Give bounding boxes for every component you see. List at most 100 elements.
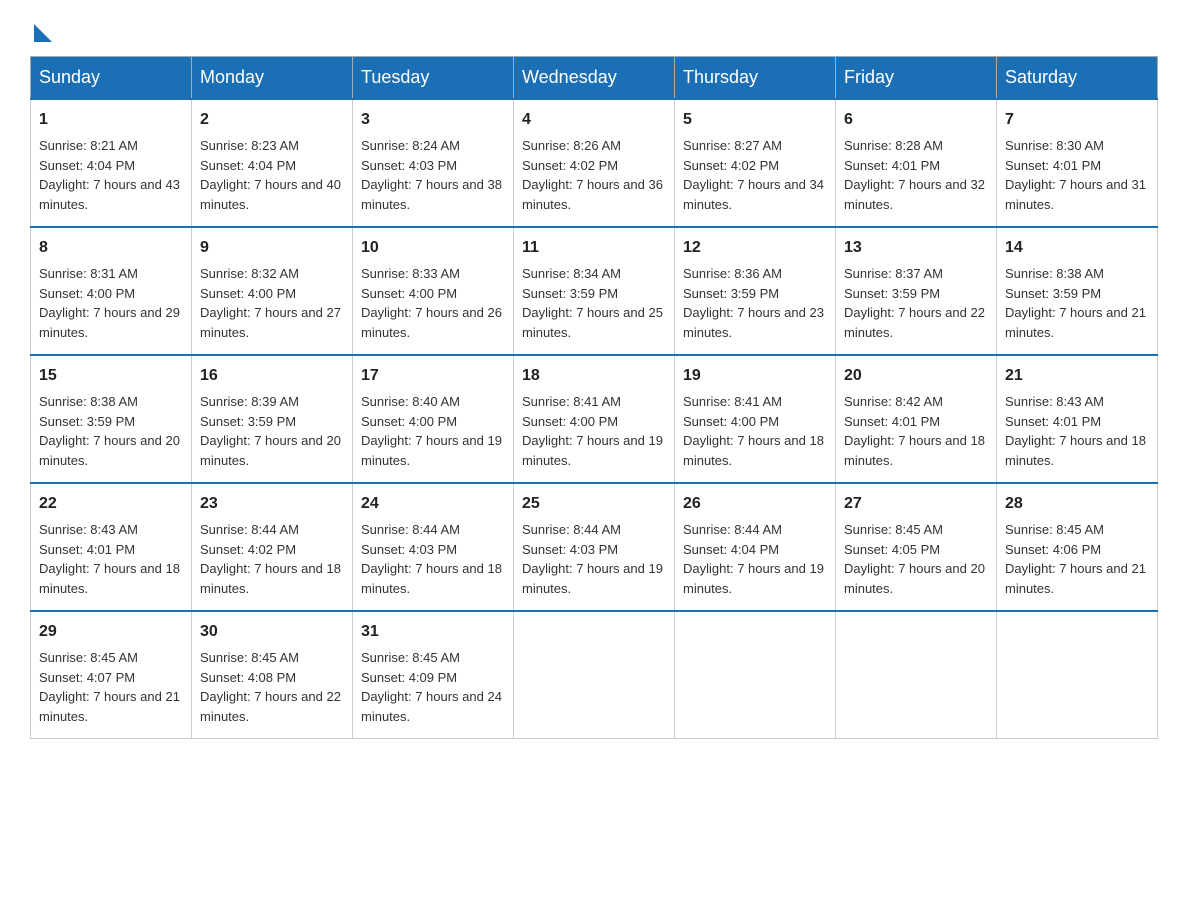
day-number: 25 — [522, 492, 666, 516]
calendar-cell: 18 Sunrise: 8:41 AMSunset: 4:00 PMDaylig… — [514, 355, 675, 483]
day-number: 14 — [1005, 236, 1149, 260]
day-info: Sunrise: 8:41 AMSunset: 4:00 PMDaylight:… — [683, 394, 824, 468]
day-number: 9 — [200, 236, 344, 260]
day-number: 2 — [200, 108, 344, 132]
calendar-cell — [997, 611, 1158, 739]
calendar-cell: 29 Sunrise: 8:45 AMSunset: 4:07 PMDaylig… — [31, 611, 192, 739]
day-info: Sunrise: 8:23 AMSunset: 4:04 PMDaylight:… — [200, 138, 341, 212]
day-info: Sunrise: 8:44 AMSunset: 4:04 PMDaylight:… — [683, 522, 824, 596]
day-number: 28 — [1005, 492, 1149, 516]
weekday-header-thursday: Thursday — [675, 57, 836, 100]
weekday-header-saturday: Saturday — [997, 57, 1158, 100]
calendar-cell: 22 Sunrise: 8:43 AMSunset: 4:01 PMDaylig… — [31, 483, 192, 611]
day-number: 12 — [683, 236, 827, 260]
day-info: Sunrise: 8:24 AMSunset: 4:03 PMDaylight:… — [361, 138, 502, 212]
week-row-2: 8 Sunrise: 8:31 AMSunset: 4:00 PMDayligh… — [31, 227, 1158, 355]
weekday-header-monday: Monday — [192, 57, 353, 100]
day-info: Sunrise: 8:39 AMSunset: 3:59 PMDaylight:… — [200, 394, 341, 468]
day-info: Sunrise: 8:44 AMSunset: 4:03 PMDaylight:… — [361, 522, 502, 596]
weekday-header-row: SundayMondayTuesdayWednesdayThursdayFrid… — [31, 57, 1158, 100]
day-info: Sunrise: 8:34 AMSunset: 3:59 PMDaylight:… — [522, 266, 663, 340]
day-info: Sunrise: 8:27 AMSunset: 4:02 PMDaylight:… — [683, 138, 824, 212]
page-header — [30, 20, 1158, 36]
calendar-cell: 20 Sunrise: 8:42 AMSunset: 4:01 PMDaylig… — [836, 355, 997, 483]
day-info: Sunrise: 8:41 AMSunset: 4:00 PMDaylight:… — [522, 394, 663, 468]
calendar-cell — [675, 611, 836, 739]
calendar-cell: 16 Sunrise: 8:39 AMSunset: 3:59 PMDaylig… — [192, 355, 353, 483]
calendar-cell: 1 Sunrise: 8:21 AMSunset: 4:04 PMDayligh… — [31, 99, 192, 227]
calendar-cell: 9 Sunrise: 8:32 AMSunset: 4:00 PMDayligh… — [192, 227, 353, 355]
calendar-cell: 30 Sunrise: 8:45 AMSunset: 4:08 PMDaylig… — [192, 611, 353, 739]
day-number: 10 — [361, 236, 505, 260]
day-number: 22 — [39, 492, 183, 516]
calendar-cell: 17 Sunrise: 8:40 AMSunset: 4:00 PMDaylig… — [353, 355, 514, 483]
day-number: 29 — [39, 620, 183, 644]
calendar-cell: 5 Sunrise: 8:27 AMSunset: 4:02 PMDayligh… — [675, 99, 836, 227]
calendar-cell: 6 Sunrise: 8:28 AMSunset: 4:01 PMDayligh… — [836, 99, 997, 227]
day-number: 3 — [361, 108, 505, 132]
day-info: Sunrise: 8:28 AMSunset: 4:01 PMDaylight:… — [844, 138, 985, 212]
calendar-table: SundayMondayTuesdayWednesdayThursdayFrid… — [30, 56, 1158, 739]
calendar-cell: 21 Sunrise: 8:43 AMSunset: 4:01 PMDaylig… — [997, 355, 1158, 483]
day-number: 11 — [522, 236, 666, 260]
day-info: Sunrise: 8:38 AMSunset: 3:59 PMDaylight:… — [39, 394, 180, 468]
week-row-5: 29 Sunrise: 8:45 AMSunset: 4:07 PMDaylig… — [31, 611, 1158, 739]
calendar-cell: 7 Sunrise: 8:30 AMSunset: 4:01 PMDayligh… — [997, 99, 1158, 227]
calendar-cell: 31 Sunrise: 8:45 AMSunset: 4:09 PMDaylig… — [353, 611, 514, 739]
calendar-cell: 25 Sunrise: 8:44 AMSunset: 4:03 PMDaylig… — [514, 483, 675, 611]
day-info: Sunrise: 8:43 AMSunset: 4:01 PMDaylight:… — [39, 522, 180, 596]
weekday-header-wednesday: Wednesday — [514, 57, 675, 100]
calendar-cell: 3 Sunrise: 8:24 AMSunset: 4:03 PMDayligh… — [353, 99, 514, 227]
week-row-4: 22 Sunrise: 8:43 AMSunset: 4:01 PMDaylig… — [31, 483, 1158, 611]
logo-arrow-icon — [34, 24, 52, 42]
day-info: Sunrise: 8:31 AMSunset: 4:00 PMDaylight:… — [39, 266, 180, 340]
day-number: 5 — [683, 108, 827, 132]
day-number: 17 — [361, 364, 505, 388]
day-number: 13 — [844, 236, 988, 260]
day-info: Sunrise: 8:21 AMSunset: 4:04 PMDaylight:… — [39, 138, 180, 212]
calendar-cell: 24 Sunrise: 8:44 AMSunset: 4:03 PMDaylig… — [353, 483, 514, 611]
day-number: 4 — [522, 108, 666, 132]
day-info: Sunrise: 8:26 AMSunset: 4:02 PMDaylight:… — [522, 138, 663, 212]
calendar-cell — [836, 611, 997, 739]
week-row-3: 15 Sunrise: 8:38 AMSunset: 3:59 PMDaylig… — [31, 355, 1158, 483]
calendar-cell: 26 Sunrise: 8:44 AMSunset: 4:04 PMDaylig… — [675, 483, 836, 611]
calendar-cell: 13 Sunrise: 8:37 AMSunset: 3:59 PMDaylig… — [836, 227, 997, 355]
calendar-cell: 19 Sunrise: 8:41 AMSunset: 4:00 PMDaylig… — [675, 355, 836, 483]
calendar-cell: 23 Sunrise: 8:44 AMSunset: 4:02 PMDaylig… — [192, 483, 353, 611]
calendar-cell: 12 Sunrise: 8:36 AMSunset: 3:59 PMDaylig… — [675, 227, 836, 355]
calendar-cell: 14 Sunrise: 8:38 AMSunset: 3:59 PMDaylig… — [997, 227, 1158, 355]
calendar-cell: 28 Sunrise: 8:45 AMSunset: 4:06 PMDaylig… — [997, 483, 1158, 611]
day-info: Sunrise: 8:45 AMSunset: 4:08 PMDaylight:… — [200, 650, 341, 724]
calendar-cell: 11 Sunrise: 8:34 AMSunset: 3:59 PMDaylig… — [514, 227, 675, 355]
day-info: Sunrise: 8:33 AMSunset: 4:00 PMDaylight:… — [361, 266, 502, 340]
weekday-header-sunday: Sunday — [31, 57, 192, 100]
calendar-cell: 8 Sunrise: 8:31 AMSunset: 4:00 PMDayligh… — [31, 227, 192, 355]
day-info: Sunrise: 8:45 AMSunset: 4:05 PMDaylight:… — [844, 522, 985, 596]
day-number: 30 — [200, 620, 344, 644]
day-info: Sunrise: 8:36 AMSunset: 3:59 PMDaylight:… — [683, 266, 824, 340]
day-info: Sunrise: 8:38 AMSunset: 3:59 PMDaylight:… — [1005, 266, 1146, 340]
day-number: 24 — [361, 492, 505, 516]
day-number: 6 — [844, 108, 988, 132]
calendar-cell: 2 Sunrise: 8:23 AMSunset: 4:04 PMDayligh… — [192, 99, 353, 227]
day-info: Sunrise: 8:44 AMSunset: 4:02 PMDaylight:… — [200, 522, 341, 596]
calendar-cell: 10 Sunrise: 8:33 AMSunset: 4:00 PMDaylig… — [353, 227, 514, 355]
calendar-cell — [514, 611, 675, 739]
calendar-cell: 4 Sunrise: 8:26 AMSunset: 4:02 PMDayligh… — [514, 99, 675, 227]
day-info: Sunrise: 8:32 AMSunset: 4:00 PMDaylight:… — [200, 266, 341, 340]
day-number: 18 — [522, 364, 666, 388]
day-number: 15 — [39, 364, 183, 388]
day-number: 1 — [39, 108, 183, 132]
day-number: 26 — [683, 492, 827, 516]
day-info: Sunrise: 8:45 AMSunset: 4:09 PMDaylight:… — [361, 650, 502, 724]
day-info: Sunrise: 8:37 AMSunset: 3:59 PMDaylight:… — [844, 266, 985, 340]
day-number: 7 — [1005, 108, 1149, 132]
calendar-cell: 27 Sunrise: 8:45 AMSunset: 4:05 PMDaylig… — [836, 483, 997, 611]
day-info: Sunrise: 8:43 AMSunset: 4:01 PMDaylight:… — [1005, 394, 1146, 468]
day-number: 23 — [200, 492, 344, 516]
day-info: Sunrise: 8:45 AMSunset: 4:07 PMDaylight:… — [39, 650, 180, 724]
day-number: 19 — [683, 364, 827, 388]
day-number: 8 — [39, 236, 183, 260]
day-info: Sunrise: 8:44 AMSunset: 4:03 PMDaylight:… — [522, 522, 663, 596]
